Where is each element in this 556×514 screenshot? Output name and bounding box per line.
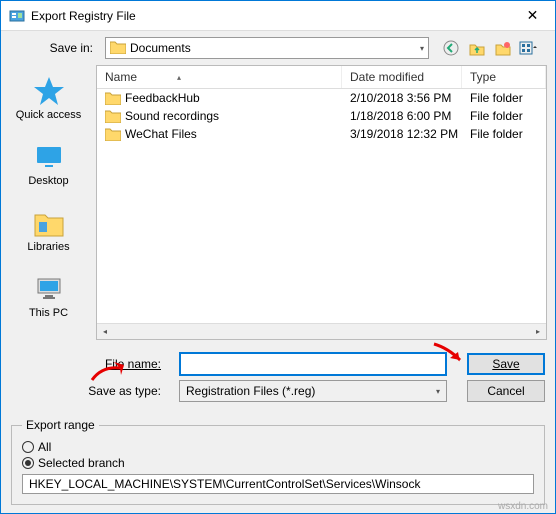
close-button[interactable]: ✕ <box>510 1 555 31</box>
savetype-combo[interactable]: Registration Files (*.reg) ▾ <box>179 380 447 402</box>
place-quick-access[interactable]: Quick access <box>1 71 96 125</box>
folder-icon <box>105 109 121 123</box>
save-in-label: Save in: <box>1 41 99 55</box>
new-folder-icon[interactable] <box>493 38 513 58</box>
chevron-down-icon: ▾ <box>436 387 440 396</box>
radio-checked-icon <box>22 457 34 469</box>
export-range-legend: Export range <box>22 418 99 432</box>
toolbar-icons <box>435 38 545 58</box>
list-item[interactable]: WeChat Files 3/19/2018 12:32 PM File fol… <box>97 125 546 143</box>
save-in-combo[interactable]: Documents ▾ <box>105 37 429 59</box>
list-item[interactable]: FeedbackHub 2/10/2018 3:56 PM File folde… <box>97 89 546 107</box>
column-name[interactable]: Name▴ <box>97 66 342 88</box>
radio-selected-branch[interactable]: Selected branch <box>22 456 534 470</box>
scroll-left-icon[interactable]: ◂ <box>97 324 113 340</box>
column-date[interactable]: Date modified <box>342 66 462 88</box>
export-registry-dialog: Export Registry File ✕ Save in: Document… <box>0 0 556 514</box>
scroll-track[interactable] <box>113 325 530 339</box>
branch-path-input[interactable]: HKEY_LOCAL_MACHINE\SYSTEM\CurrentControl… <box>22 474 534 494</box>
chevron-down-icon: ▾ <box>420 44 424 53</box>
column-type[interactable]: Type <box>462 66 546 88</box>
place-desktop[interactable]: Desktop <box>1 137 96 191</box>
folder-icon <box>105 91 121 105</box>
save-in-row: Save in: Documents ▾ <box>1 31 555 65</box>
place-libraries[interactable]: Libraries <box>1 203 96 257</box>
filename-label: File name: <box>1 357 171 371</box>
watermark: wsxdn.com <box>498 501 548 512</box>
radio-icon <box>22 441 34 453</box>
save-button[interactable]: Save <box>467 353 545 375</box>
list-item[interactable]: Sound recordings 1/18/2018 6:00 PM File … <box>97 107 546 125</box>
file-list[interactable]: FeedbackHub 2/10/2018 3:56 PM File folde… <box>97 89 546 323</box>
file-list-pane: Name▴ Date modified Type FeedbackHub 2/1… <box>96 65 547 340</box>
form-area: File name: Save Save as type: Registrati… <box>1 344 555 416</box>
place-network[interactable]: Network <box>1 335 96 344</box>
regedit-icon <box>9 8 25 24</box>
radio-all[interactable]: All <box>22 440 534 454</box>
up-one-level-icon[interactable] <box>467 38 487 58</box>
back-icon[interactable] <box>441 38 461 58</box>
sort-ascending-icon: ▴ <box>177 73 181 82</box>
titlebar: Export Registry File ✕ <box>1 1 555 31</box>
save-in-value: Documents <box>130 41 191 55</box>
filename-input[interactable] <box>179 352 447 376</box>
scroll-right-icon[interactable]: ▸ <box>530 324 546 340</box>
documents-folder-icon <box>110 40 126 57</box>
export-range-group: Export range All Selected branch HKEY_LO… <box>11 418 545 505</box>
cancel-button[interactable]: Cancel <box>467 380 545 402</box>
place-this-pc[interactable]: This PC <box>1 269 96 323</box>
view-menu-icon[interactable] <box>519 38 539 58</box>
window-title: Export Registry File <box>31 9 510 23</box>
horizontal-scrollbar[interactable]: ◂ ▸ <box>97 323 546 339</box>
places-bar: Quick access Desktop Libraries This PC N… <box>1 65 96 344</box>
savetype-label: Save as type: <box>1 384 171 398</box>
column-headers[interactable]: Name▴ Date modified Type <box>97 66 546 89</box>
folder-icon <box>105 127 121 141</box>
